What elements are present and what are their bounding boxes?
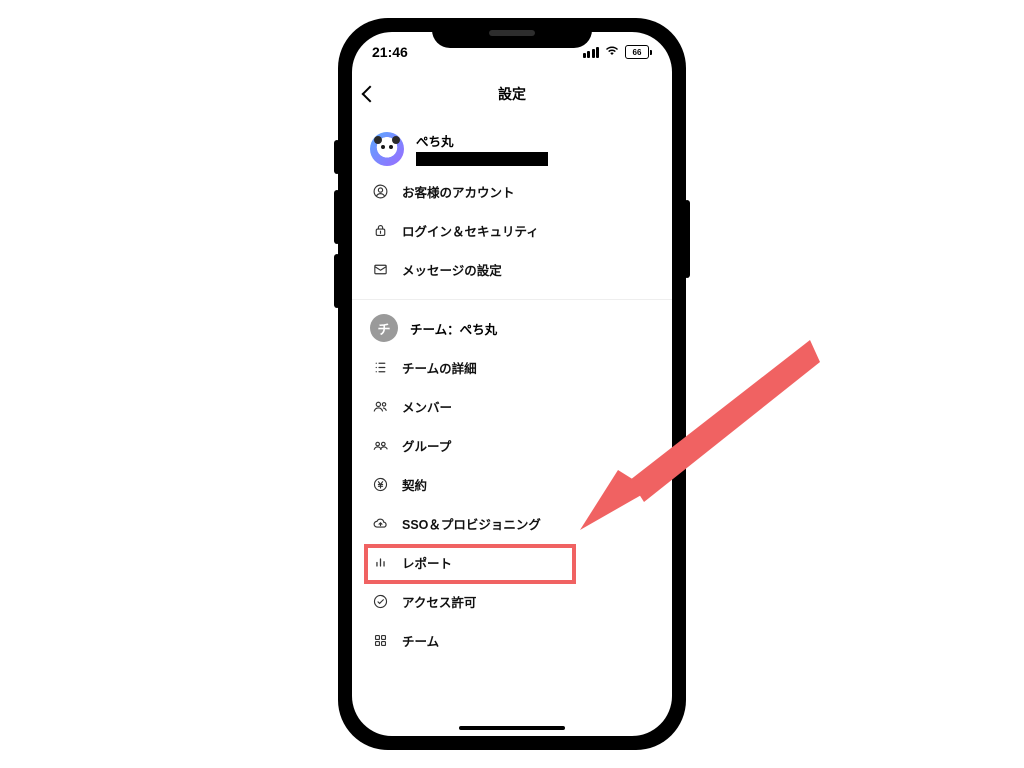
phone-frame: 21:46 66 設定 — [340, 20, 684, 748]
menu-item-sso-provisioning[interactable]: SSO＆プロビジョニング — [352, 504, 672, 543]
groups-icon — [370, 437, 390, 454]
home-indicator[interactable] — [459, 726, 565, 730]
menu-item-members[interactable]: メンバー — [352, 387, 672, 426]
menu-item-permissions[interactable]: アクセス許可 — [352, 582, 672, 621]
wifi-icon — [604, 44, 620, 60]
menu-label: メンバー — [402, 397, 452, 416]
battery-indicator: 66 — [625, 45, 652, 59]
envelope-icon — [370, 261, 390, 278]
yen-circle-icon — [370, 476, 390, 493]
chevron-left-icon — [362, 86, 379, 103]
grid-icon — [370, 632, 390, 649]
profile-name: ぺち丸 — [416, 131, 548, 150]
menu-item-message-settings[interactable]: メッセージの設定 — [352, 250, 672, 289]
menu-item-account[interactable]: お客様のアカウント — [352, 172, 672, 211]
menu-item-report[interactable]: レポート — [352, 543, 672, 582]
canvas: 21:46 66 設定 — [0, 0, 1024, 768]
nav-bar: 設定 — [352, 72, 672, 117]
phone-power-button — [684, 200, 690, 278]
phone-speaker — [489, 30, 535, 36]
bar-chart-icon — [370, 554, 390, 571]
menu-item-team-details[interactable]: チームの詳細 — [352, 348, 672, 387]
avatar — [370, 132, 404, 166]
team-header-row[interactable]: チ チーム：ぺち丸 — [352, 306, 672, 348]
phone-screen: 21:46 66 設定 — [352, 32, 672, 736]
menu-label: レポート — [402, 553, 452, 572]
menu-label: 契約 — [402, 475, 427, 494]
phone-volume-up — [334, 190, 340, 244]
app-content: 設定 ぺち丸 お客様のアカウント — [352, 72, 672, 736]
cloud-icon — [370, 515, 390, 532]
members-icon — [370, 398, 390, 415]
menu-item-login-security[interactable]: ログイン＆セキュリティ — [352, 211, 672, 250]
lock-icon — [370, 222, 390, 239]
menu-label: アクセス許可 — [402, 592, 476, 611]
menu-label: チームの詳細 — [402, 358, 477, 377]
check-circle-icon — [370, 593, 390, 610]
profile-email-redacted — [416, 152, 548, 166]
cellular-signal-icon — [583, 47, 600, 58]
page-title: 設定 — [498, 84, 526, 104]
settings-list[interactable]: ぺち丸 お客様のアカウント ログイン＆セキュリティ メッセー — [352, 117, 672, 736]
battery-percent: 66 — [633, 48, 642, 57]
menu-label: SSO＆プロビジョニング — [402, 514, 541, 533]
menu-label: チーム — [402, 631, 439, 650]
phone-mute-switch — [334, 140, 340, 174]
list-details-icon — [370, 359, 390, 376]
section-divider — [352, 299, 672, 300]
status-time: 21:46 — [372, 44, 408, 60]
back-button[interactable] — [364, 72, 376, 116]
menu-label: ログイン＆セキュリティ — [402, 221, 539, 240]
menu-item-team[interactable]: チーム — [352, 621, 672, 660]
menu-item-contract[interactable]: 契約 — [352, 465, 672, 504]
profile-row[interactable]: ぺち丸 — [352, 123, 672, 172]
menu-label: メッセージの設定 — [402, 260, 502, 279]
team-header-label: チーム：ぺち丸 — [410, 319, 497, 338]
phone-volume-down — [334, 254, 340, 308]
menu-label: グループ — [402, 436, 451, 455]
menu-item-groups[interactable]: グループ — [352, 426, 672, 465]
menu-label: お客様のアカウント — [402, 182, 515, 201]
user-circle-icon — [370, 183, 390, 200]
team-badge-icon: チ — [370, 314, 398, 342]
